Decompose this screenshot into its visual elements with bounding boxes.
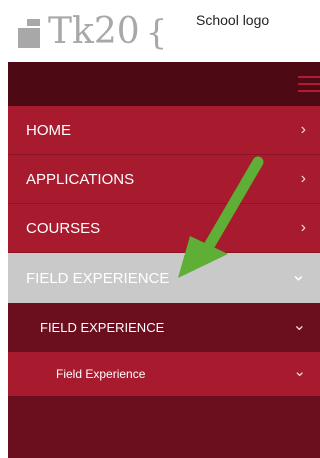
header: Tk20 { School logo bbox=[0, 0, 320, 62]
nav-item-applications[interactable]: APPLICATIONS › bbox=[8, 155, 320, 204]
nav-item-field-experience[interactable]: FIELD EXPERIENCE ⌄ bbox=[8, 253, 320, 303]
nav-item-label: APPLICATIONS bbox=[26, 170, 135, 188]
side-navigation: HOME › APPLICATIONS › COURSES › FIELD EX… bbox=[8, 62, 320, 458]
logo-brace: { bbox=[145, 13, 168, 53]
chevron-right-icon: › bbox=[300, 121, 306, 138]
nav-item-label: COURSES bbox=[26, 219, 101, 237]
subnav-item-label: FIELD EXPERIENCE bbox=[40, 320, 165, 335]
chevron-right-icon: › bbox=[300, 170, 306, 187]
logo-text: Tk20 bbox=[48, 11, 140, 52]
nav-item-courses[interactable]: COURSES › bbox=[8, 204, 320, 253]
nav-item-label: FIELD EXPERIENCE bbox=[26, 269, 170, 287]
nav-item-label: HOME bbox=[26, 121, 71, 139]
chevron-right-icon: › bbox=[300, 219, 306, 236]
chevron-down-icon: ⌄ bbox=[292, 316, 306, 334]
subsubnav-item-field-experience[interactable]: Field Experience ⌄ bbox=[8, 352, 320, 396]
school-logo: School logo bbox=[196, 12, 270, 28]
chevron-down-icon: ⌄ bbox=[293, 363, 306, 381]
chevron-down-icon: ⌄ bbox=[290, 264, 306, 285]
subnav-item-field-experience[interactable]: FIELD EXPERIENCE ⌄ bbox=[8, 303, 320, 352]
subsubnav-item-label: Field Experience bbox=[56, 367, 146, 381]
tk20-logo[interactable]: Tk20 { bbox=[18, 6, 167, 52]
logo-mark-icon bbox=[18, 18, 48, 48]
hamburger-menu-icon[interactable] bbox=[298, 76, 320, 94]
nav-topbar bbox=[8, 62, 320, 106]
nav-item-home[interactable]: HOME › bbox=[8, 106, 320, 155]
